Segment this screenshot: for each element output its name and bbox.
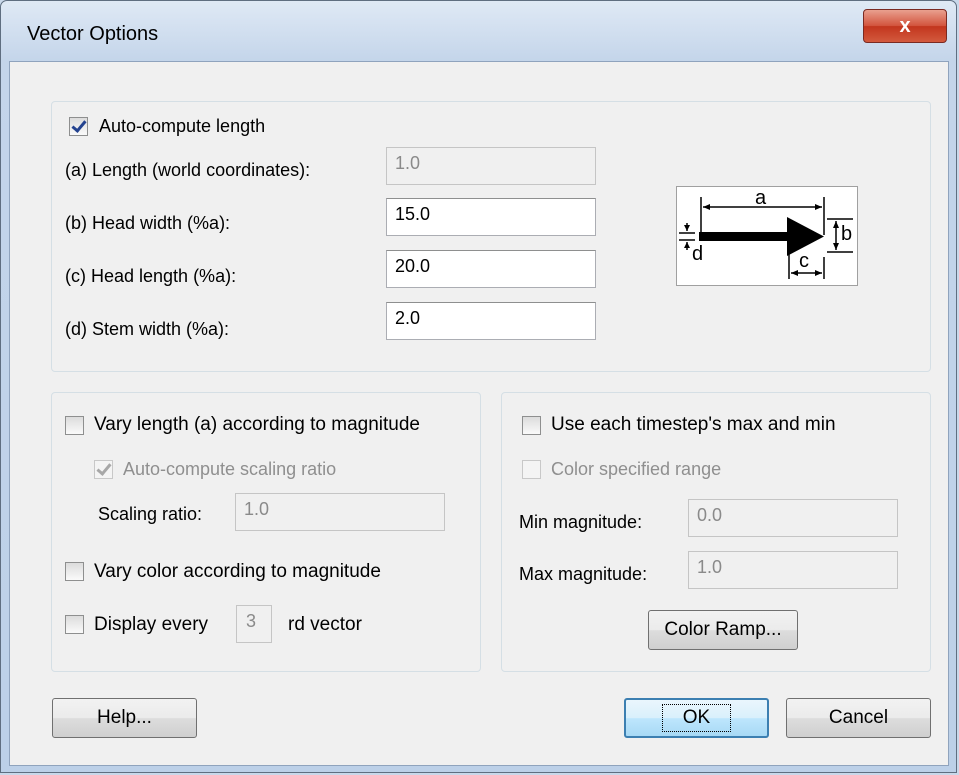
display-every-suffix: rd vector <box>288 614 362 635</box>
head-length-input[interactable]: 20.0 <box>386 250 596 288</box>
auto-compute-scaling-checkbox[interactable] <box>94 460 113 479</box>
diagram-label-d: d <box>692 243 704 265</box>
color-ramp-button[interactable]: Color Ramp... <box>648 610 798 650</box>
dialog-title: Vector Options <box>27 23 159 45</box>
diagram-label-b: b <box>841 223 853 245</box>
auto-compute-scaling-label: Auto-compute scaling ratio <box>123 459 337 479</box>
max-magnitude-label: Max magnitude: <box>519 564 648 584</box>
diagram-label-c: c <box>799 250 809 272</box>
scaling-ratio-label: Scaling ratio: <box>98 504 203 524</box>
head-length-label: (c) Head length (%a): <box>65 266 237 286</box>
head-width-input[interactable]: 15.0 <box>386 198 596 236</box>
max-magnitude-input[interactable]: 1.0 <box>688 551 898 589</box>
stem-width-input[interactable]: 2.0 <box>386 302 596 340</box>
use-timestep-checkbox[interactable] <box>522 416 541 435</box>
vary-color-label: Vary color according to magnitude <box>94 561 381 582</box>
vary-length-checkbox[interactable] <box>65 416 84 435</box>
close-button[interactable]: x <box>863 9 947 43</box>
ok-button[interactable]: OK <box>624 698 769 738</box>
use-timestep-label: Use each timestep's max and min <box>551 414 836 435</box>
length-input[interactable]: 1.0 <box>386 147 596 185</box>
display-every-label: Display every <box>94 614 209 635</box>
dialog-window: Vector Options x Auto-compute length (a)… <box>0 0 957 773</box>
dialog-body: Auto-compute length (a) Length (world co… <box>9 61 949 766</box>
vary-color-checkbox[interactable] <box>65 562 84 581</box>
stem-width-label: (d) Stem width (%a): <box>65 319 230 339</box>
vector-diagram: a b c d <box>676 186 858 286</box>
color-range-label: Color specified range <box>551 459 722 479</box>
diagram-label-a: a <box>755 187 767 209</box>
cancel-button[interactable]: Cancel <box>786 698 931 738</box>
vary-length-label: Vary length (a) according to magnitude <box>94 414 420 435</box>
color-range-checkbox[interactable] <box>522 460 541 479</box>
length-label: (a) Length (world coordinates): <box>65 160 311 180</box>
head-width-label: (b) Head width (%a): <box>65 213 231 233</box>
scaling-ratio-input[interactable]: 1.0 <box>235 493 445 531</box>
close-icon: x <box>899 14 911 37</box>
display-every-checkbox[interactable] <box>65 615 84 634</box>
auto-compute-length-checkbox[interactable] <box>69 117 88 136</box>
display-every-input[interactable]: 3 <box>236 605 272 643</box>
ok-button-label: OK <box>661 704 732 732</box>
min-magnitude-input[interactable]: 0.0 <box>688 499 898 537</box>
help-button[interactable]: Help... <box>52 698 197 738</box>
auto-compute-length-label: Auto-compute length <box>99 116 266 136</box>
min-magnitude-label: Min magnitude: <box>519 512 643 532</box>
arrow-diagram-image <box>679 197 853 279</box>
